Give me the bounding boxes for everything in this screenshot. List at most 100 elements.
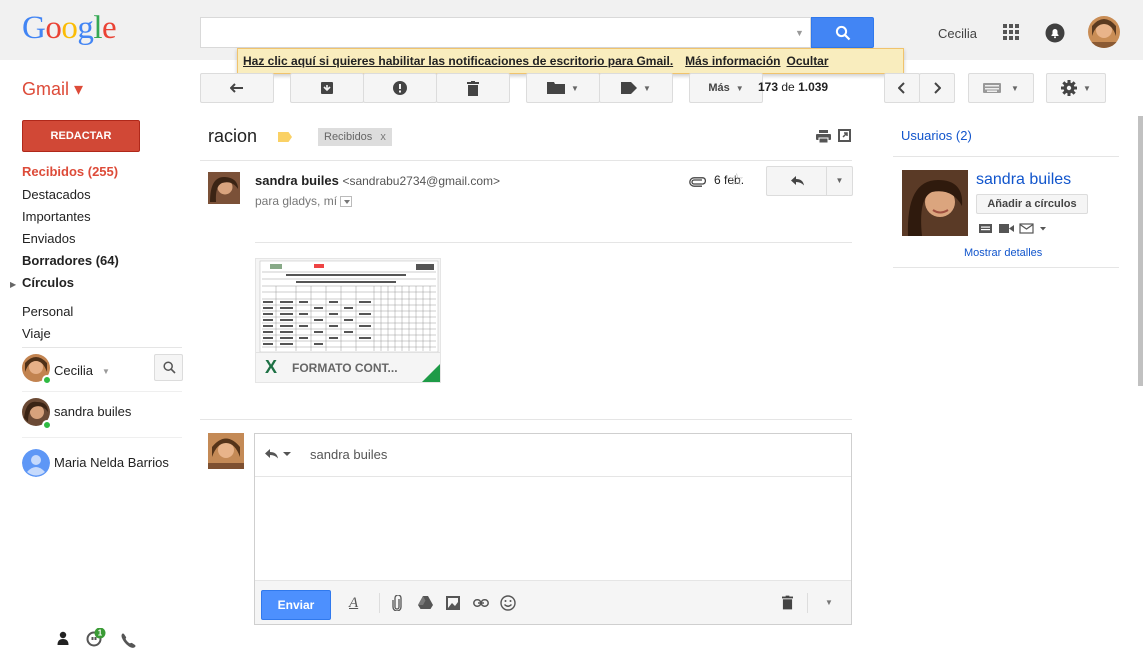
chat-contact-name: Maria Nelda Barrios <box>54 455 169 470</box>
sender-avatar[interactable] <box>208 172 240 204</box>
desktop-notification-banner: Haz clic aquí si quieres habilitar las n… <box>237 48 904 74</box>
caret-down-icon: ▼ <box>571 83 579 93</box>
people-widget-title[interactable]: Usuarios (2) <box>901 128 972 143</box>
inbox-label-chip[interactable]: Recibidos x <box>318 128 392 146</box>
discard-draft-icon[interactable] <box>782 595 793 610</box>
scrollbar[interactable] <box>1138 116 1143 386</box>
more-actions-button[interactable]: Más ▼ <box>689 73 763 103</box>
delete-button[interactable] <box>436 73 510 103</box>
sender-name[interactable]: sandra builes <box>255 173 339 188</box>
gmail-app-menu[interactable]: Gmail ▾ <box>22 79 83 100</box>
contact-photo[interactable] <box>902 170 968 236</box>
sender-info: sandra builes <sandrabu2734@gmail.com> <box>255 173 500 188</box>
expand-arrow-icon[interactable]: ▶ <box>10 280 16 289</box>
nav-drafts[interactable]: Borradores (64) <box>22 253 119 268</box>
nav-important[interactable]: Importantes <box>22 209 91 224</box>
star-icon[interactable]: ☆ <box>729 170 744 190</box>
caret-down-icon: ▼ <box>735 83 744 93</box>
sender-email: <sandrabu2734@gmail.com> <box>342 174 501 188</box>
more-caret-icon[interactable] <box>1040 227 1046 231</box>
notifications-bell-icon[interactable] <box>1045 23 1065 43</box>
labels-button[interactable]: ▼ <box>599 73 673 103</box>
search-icon <box>835 25 850 41</box>
recipients-line: para gladys, mí <box>255 194 353 208</box>
insert-emoji-icon[interactable] <box>500 595 516 611</box>
nav-personal[interactable]: Personal <box>22 304 73 319</box>
send-button[interactable]: Enviar <box>261 590 331 620</box>
pager-of: de <box>781 80 795 94</box>
reply-button[interactable] <box>766 166 827 196</box>
contacts-person-icon[interactable] <box>57 631 69 645</box>
show-details-link[interactable]: Mostrar detalles <box>964 247 1042 259</box>
older-button[interactable] <box>919 73 955 103</box>
spam-icon <box>393 81 407 95</box>
divider <box>255 242 852 243</box>
reply-composer[interactable]: sandra builes Enviar A ▼ <box>254 433 852 625</box>
nav-travel[interactable]: Viaje <box>22 326 51 341</box>
input-tools-button[interactable]: ▼ <box>968 73 1034 103</box>
excel-file-icon: X <box>265 357 278 377</box>
caret-down-icon: ▼ <box>1083 83 1091 93</box>
search-input[interactable] <box>200 17 811 48</box>
contact-name[interactable]: sandra builes <box>976 171 1071 189</box>
newer-button[interactable] <box>884 73 920 103</box>
nav-starred[interactable]: Destacados <box>22 187 91 202</box>
trash-icon <box>467 80 479 96</box>
formatting-options-icon[interactable]: A <box>349 595 358 612</box>
gear-icon <box>1061 80 1078 96</box>
insert-link-icon[interactable] <box>473 599 489 607</box>
divider <box>379 593 380 613</box>
search-options-icon[interactable]: ▼ <box>795 28 804 38</box>
chat-contact-name: sandra builes <box>54 404 132 419</box>
hangouts-icon[interactable]: 1 <box>86 628 106 647</box>
account-name[interactable]: Cecilia <box>938 26 977 41</box>
banner-enable-link[interactable]: Haz clic aquí si quieres habilitar las n… <box>243 54 673 68</box>
print-all-icon[interactable] <box>816 130 831 143</box>
attachment-name: FORMATO CONT... <box>292 361 398 375</box>
back-arrow-icon <box>230 83 243 93</box>
label-marker-icon[interactable] <box>278 132 292 142</box>
compose-button[interactable]: REDACTAR <box>22 120 140 152</box>
phone-icon[interactable] <box>121 633 136 648</box>
nav-inbox[interactable]: Recibidos (255) <box>22 164 118 179</box>
divider <box>200 160 852 161</box>
back-to-inbox-button[interactable] <box>200 73 274 103</box>
apps-grid-icon[interactable] <box>1003 24 1019 40</box>
account-avatar[interactable] <box>1088 16 1120 48</box>
google-drive-icon[interactable] <box>418 596 433 609</box>
keyboard-icon <box>983 83 1002 93</box>
google-logo[interactable]: Google <box>22 10 117 47</box>
email-icon[interactable] <box>1019 223 1034 234</box>
insert-photo-icon[interactable] <box>446 596 460 610</box>
settings-button[interactable]: ▼ <box>1046 73 1106 103</box>
chat-contact[interactable]: Maria Nelda Barrios <box>22 441 182 485</box>
open-new-window-icon[interactable] <box>838 129 851 142</box>
chat-bubble-icon[interactable] <box>979 224 992 233</box>
attach-file-icon[interactable] <box>392 595 402 611</box>
show-details-toggle[interactable] <box>340 196 353 208</box>
reply-options-menu[interactable]: ▼ <box>826 166 853 196</box>
chevron-right-icon <box>934 82 941 94</box>
nav-sent[interactable]: Enviados <box>22 231 75 246</box>
caret-down-icon: ▼ <box>102 367 110 376</box>
banner-hide-link[interactable]: Ocultar <box>787 54 829 68</box>
reply-body-textarea[interactable] <box>255 478 851 579</box>
add-to-circles-button[interactable]: Añadir a círculos <box>976 194 1088 214</box>
report-spam-button[interactable] <box>363 73 437 103</box>
chat-search-button[interactable] <box>154 354 183 381</box>
remove-label-button[interactable]: x <box>380 131 386 143</box>
nav-circles[interactable]: Círculos <box>22 275 74 290</box>
move-to-button[interactable]: ▼ <box>526 73 600 103</box>
more-options-caret-icon[interactable]: ▼ <box>825 598 833 607</box>
video-call-icon[interactable] <box>999 224 1014 233</box>
chevron-left-icon <box>898 82 905 94</box>
divider <box>807 593 808 613</box>
reply-recipient[interactable]: sandra builes <box>310 447 387 462</box>
attachment-card[interactable]: X FORMATO CONT... <box>255 258 441 383</box>
search-button[interactable] <box>811 17 874 48</box>
banner-more-info-link[interactable]: Más información <box>685 54 780 68</box>
reply-type-menu[interactable] <box>265 449 291 459</box>
folder-icon <box>547 82 566 94</box>
chat-contact[interactable]: sandra builes <box>22 392 182 438</box>
archive-button[interactable] <box>290 73 364 103</box>
